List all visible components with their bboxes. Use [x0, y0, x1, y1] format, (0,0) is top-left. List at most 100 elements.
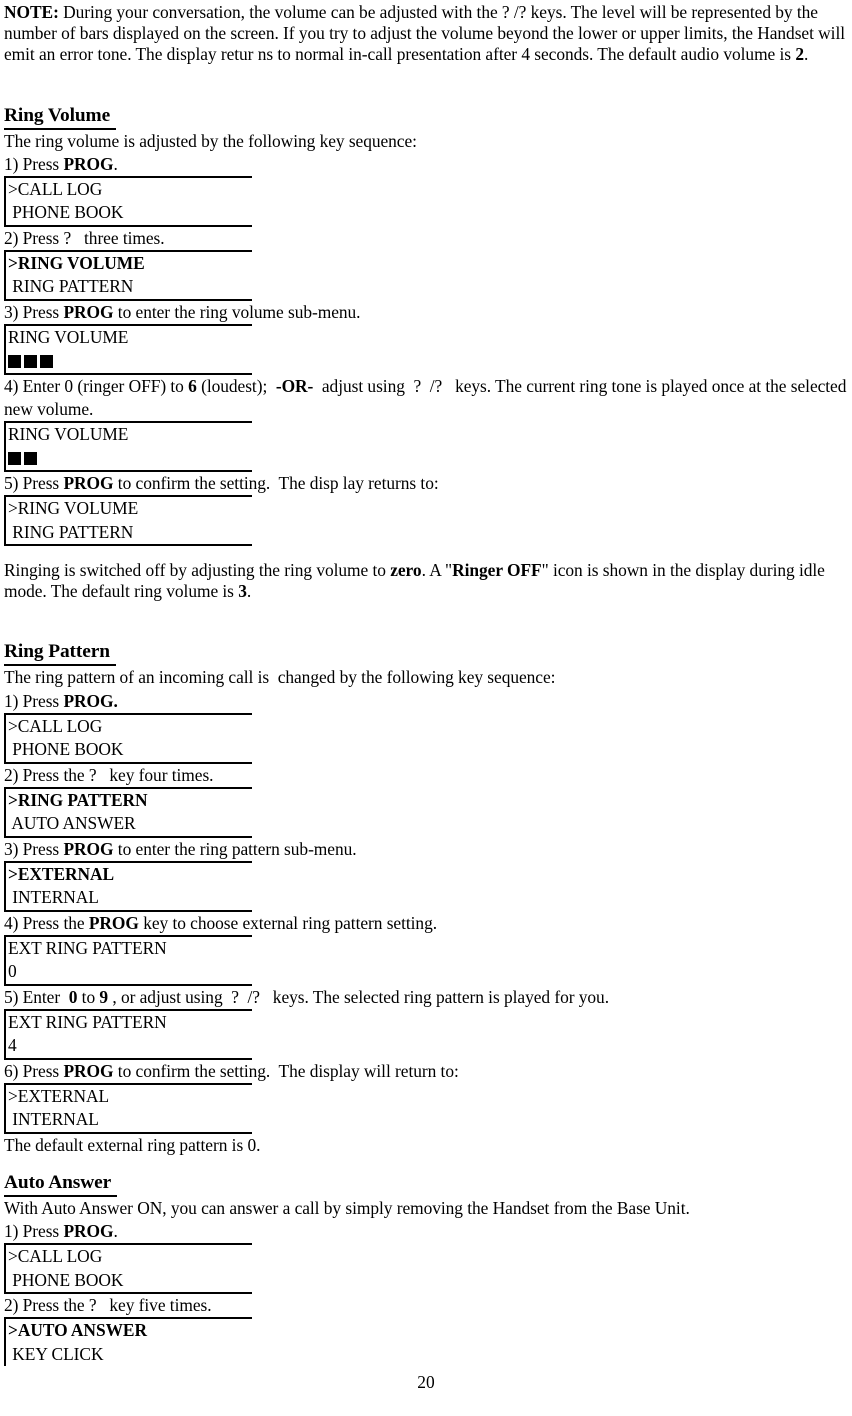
- section-title-ring-volume: Ring Volume: [4, 104, 117, 130]
- ring-volume-step-3: 3) Press PROG to enter the ring volume s…: [4, 301, 850, 324]
- lcd-display-ring-volume-2-bars: RING VOLUME: [4, 421, 252, 473]
- lcd-line-2: RING PATTERN: [8, 521, 134, 542]
- lcd-display-menu-ring-volume: >RING VOLUME RING PATTERN: [4, 250, 252, 301]
- lcd-display-ring-volume-3-bars: RING VOLUME: [4, 324, 252, 375]
- step-bold: PROG: [63, 153, 114, 174]
- lcd-volume-bars-3: [6, 349, 252, 372]
- ring-volume-step-5: 5) Press PROG to confirm the setting. Th…: [4, 472, 850, 495]
- note-tail: .: [803, 44, 809, 65]
- ring-pattern-step-1: 1) Press PROG.: [4, 690, 850, 713]
- step-text: 1) Press: [4, 153, 64, 174]
- step-text: 3) Press: [4, 838, 64, 859]
- ring-pattern-step-2: 2) Press the ? key four times.: [4, 764, 214, 785]
- step-text: 1) Press: [4, 690, 64, 711]
- lcd-display-menu-external-return: >EXTERNAL INTERNAL: [4, 1082, 252, 1134]
- ring-pattern-step-6: 6) Press PROG to confirm the setting. Th…: [4, 1060, 850, 1083]
- volume-bar-block: [24, 354, 37, 368]
- step-text-post: to confirm the setting. The display will…: [113, 1060, 459, 1081]
- lcd-display-menu-call-log: >CALL LOG PHONE BOOK: [4, 176, 252, 227]
- lcd-volume-bars-2: [6, 447, 252, 470]
- lcd-line-1: >RING VOLUME: [8, 498, 139, 519]
- lcd-display-menu-auto-answer: >AUTO ANSWER KEY CLICK: [4, 1317, 252, 1367]
- lcd-line-2: PHONE BOOK: [8, 202, 124, 223]
- auto-answer-step-1: 1) Press PROG.: [4, 1220, 850, 1243]
- lcd-line-2: 0: [8, 961, 17, 982]
- ring-volume-intro: The ring volume is adjusted by the follo…: [4, 130, 417, 151]
- ring-pattern-outro: The default external ring pattern is 0.: [4, 1134, 261, 1155]
- note-default-value: 2: [795, 44, 804, 65]
- step-bold-2: 9: [99, 986, 109, 1007]
- step-bold: PROG: [63, 1221, 114, 1242]
- outro-bold-zero: zero: [390, 560, 422, 581]
- outro-bold-ringer-off: Ringer OFF: [452, 560, 542, 581]
- step-bold: PROG.: [63, 690, 118, 711]
- lcd-line-1: >CALL LOG: [8, 715, 103, 736]
- step-bold: PROG: [63, 301, 114, 322]
- ring-volume-step-4: 4) Enter 0 (ringer OFF) to 6 (loudest); …: [4, 375, 850, 421]
- step-text: 4) Press the: [4, 912, 89, 933]
- step-text-post: to confirm the setting. The disp lay ret…: [113, 473, 439, 494]
- step-text-post: to: [77, 986, 100, 1007]
- lcd-line-1: RING VOLUME: [8, 424, 129, 445]
- document-page: NOTE: During your conversation, the volu…: [0, 0, 852, 1416]
- ring-pattern-step-5: 5) Enter 0 to 9 , or adjust using ? /? k…: [4, 986, 850, 1009]
- auto-answer-title-wrap: Auto Answer: [4, 1171, 850, 1197]
- step-text-post: key to choose external ring pattern sett…: [138, 912, 438, 933]
- step-text-post: to enter the ring pattern sub-menu.: [113, 838, 357, 859]
- step-bold-2: -OR-: [275, 375, 314, 396]
- step-text-post: (loudest);: [196, 375, 276, 396]
- lcd-line-1: EXT RING PATTERN: [8, 1011, 167, 1032]
- lcd-line-1: >RING VOLUME: [8, 253, 145, 274]
- lcd-display-ext-ring-pattern-4: EXT RING PATTERN 4: [4, 1008, 252, 1060]
- lcd-line-2: KEY CLICK: [8, 1343, 104, 1364]
- step-text-post: .: [113, 153, 118, 174]
- volume-bar-block: [40, 354, 53, 368]
- volume-bar-block: [8, 354, 21, 368]
- step-text-post: .: [113, 1221, 118, 1242]
- lcd-line-1: EXT RING PATTERN: [8, 937, 167, 958]
- ring-pattern-step-3: 3) Press PROG to enter the ring pattern …: [4, 838, 850, 861]
- lcd-display-menu-ring-volume-return: >RING VOLUME RING PATTERN: [4, 495, 252, 547]
- step-text: 5) Press: [4, 473, 64, 494]
- step-text: 5) Enter: [4, 986, 69, 1007]
- step-bold: PROG: [63, 838, 114, 859]
- lcd-line-2: RING PATTERN: [8, 276, 134, 297]
- outro-bold-default: 3: [238, 581, 247, 602]
- step-text: 3) Press: [4, 301, 64, 322]
- volume-bar-block: [8, 451, 21, 465]
- step-text: 1) Press: [4, 1221, 64, 1242]
- step-text: 4) Enter 0 (ringer OFF) to: [4, 375, 189, 396]
- step-bold: 6: [188, 375, 197, 396]
- lcd-line-2: AUTO ANSWER: [8, 813, 136, 834]
- outro-text: Ringing is switched off by adjusting the…: [4, 560, 391, 581]
- ring-volume-step-1: 1) Press PROG.: [4, 153, 850, 176]
- lcd-line-2: PHONE BOOK: [8, 739, 124, 760]
- lcd-line-1: >CALL LOG: [8, 1246, 103, 1267]
- note-paragraph: NOTE: During your conversation, the volu…: [4, 2, 850, 66]
- lcd-line-2: INTERNAL: [8, 1109, 99, 1130]
- outro-tail: .: [246, 581, 252, 602]
- ring-volume-outro: Ringing is switched off by adjusting the…: [4, 560, 850, 602]
- auto-answer-intro: With Auto Answer ON, you can answer a ca…: [4, 1197, 690, 1218]
- lcd-line-1: >EXTERNAL: [8, 863, 115, 884]
- ring-volume-step-2: 2) Press ? three times.: [4, 227, 165, 248]
- ring-pattern-intro: The ring pattern of an incoming call is …: [4, 667, 556, 688]
- step-bold: PROG: [63, 473, 114, 494]
- note-body: During your conversation, the volume can…: [4, 2, 846, 65]
- step-text-post-2: , or adjust using ? /? keys. The selecte…: [108, 986, 609, 1007]
- lcd-line-1: >CALL LOG: [8, 179, 103, 200]
- lcd-line-2: 4: [8, 1035, 17, 1056]
- step-bold: PROG: [88, 912, 139, 933]
- section-title-auto-answer: Auto Answer: [4, 1171, 118, 1197]
- lcd-line-2: INTERNAL: [8, 887, 99, 908]
- lcd-line-1: >EXTERNAL: [8, 1085, 110, 1106]
- lcd-line-1: >AUTO ANSWER: [8, 1320, 147, 1341]
- page-content: NOTE: During your conversation, the volu…: [4, 2, 850, 1367]
- note-label: NOTE:: [4, 2, 59, 22]
- lcd-display-menu-ring-pattern: >RING PATTERN AUTO ANSWER: [4, 786, 252, 838]
- volume-bar-block: [24, 451, 37, 465]
- outro-mid-1: . A ": [421, 560, 453, 581]
